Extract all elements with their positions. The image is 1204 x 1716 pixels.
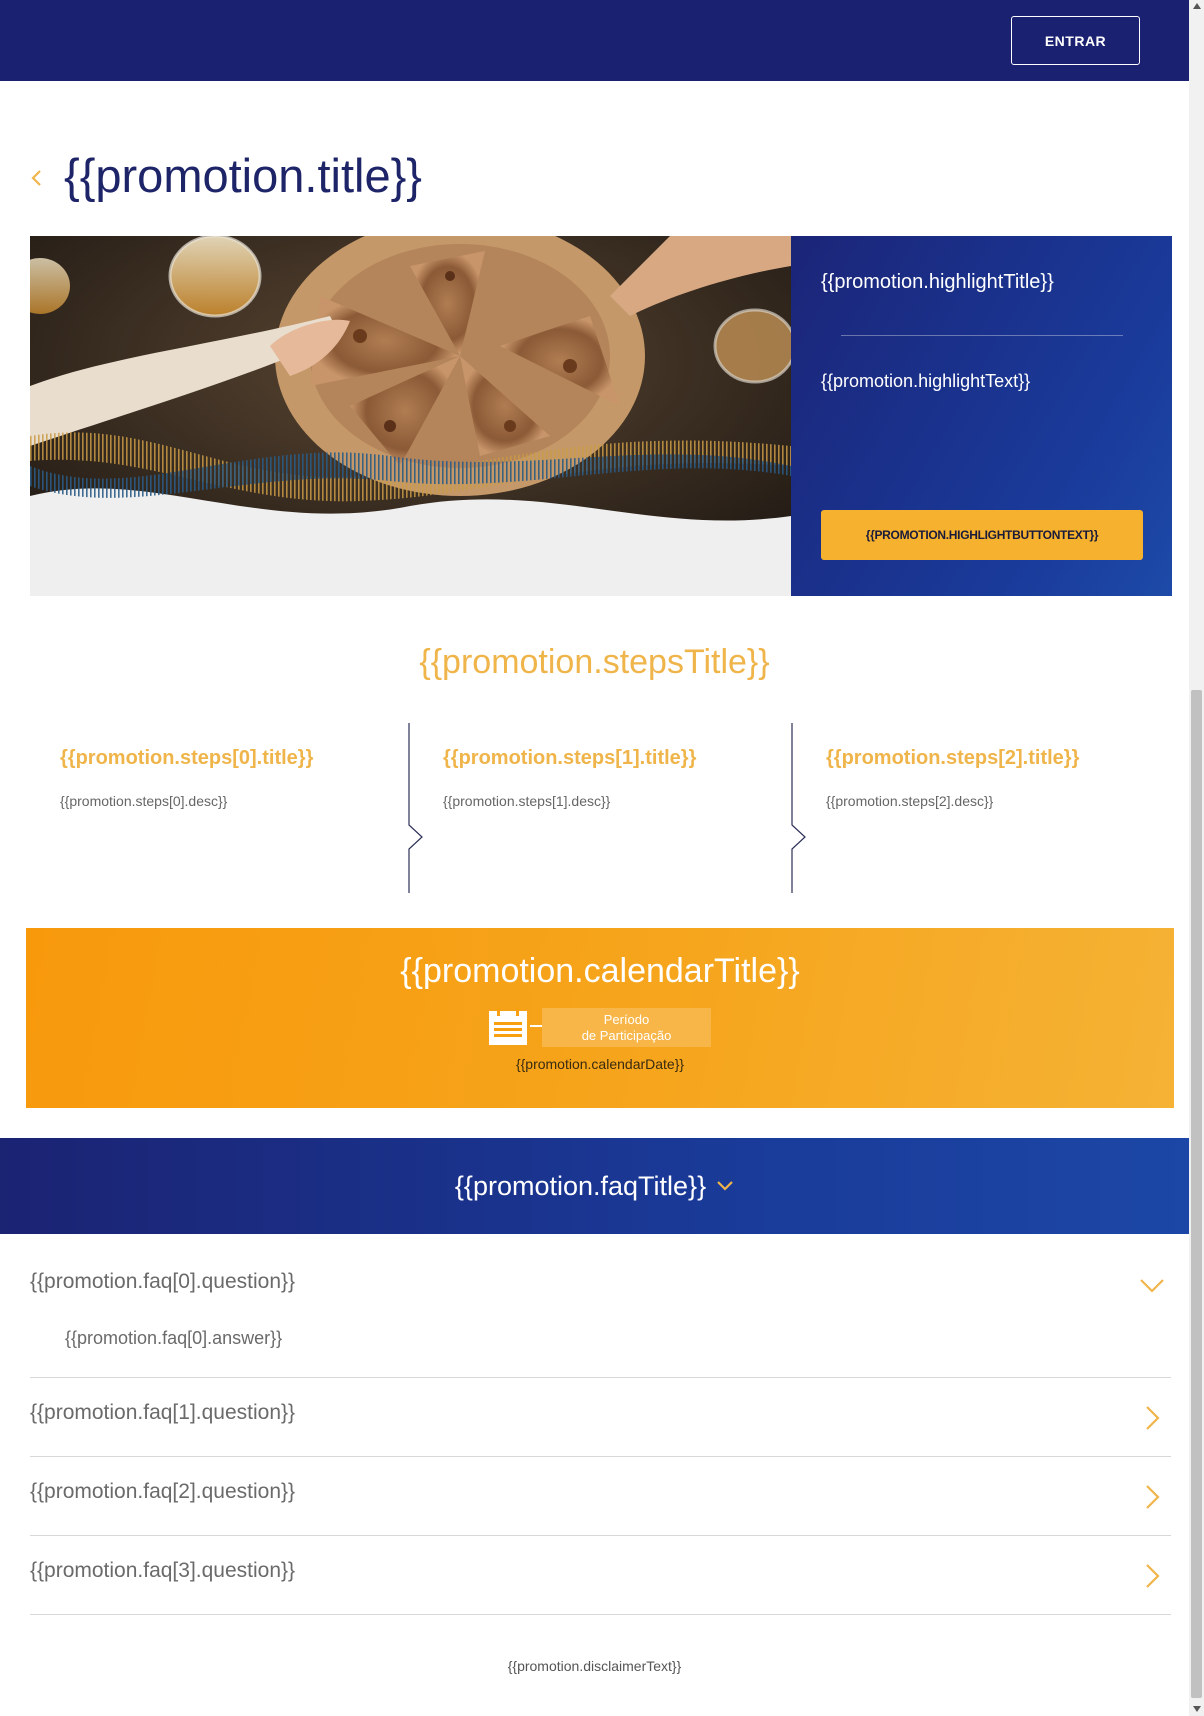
faq-title: {{promotion.faqTitle}} <box>454 1170 707 1201</box>
step-description: {{promotion.steps[0].desc}} <box>60 793 228 809</box>
scroll-down-arrow-icon[interactable] <box>1193 1706 1201 1712</box>
faq-item[interactable]: {{promotion.faq[1].question}} <box>30 1378 1171 1457</box>
faq-question[interactable]: {{promotion.faq[3].question}} <box>30 1559 295 1583</box>
step-title: {{promotion.steps[0].title}} <box>60 747 314 769</box>
highlight-title: {{promotion.highlightTitle}} <box>821 271 1054 293</box>
highlight-button[interactable]: {{PROMOTION.HIGHLIGHTBUTTONTEXT}} <box>821 510 1143 560</box>
faq-item[interactable]: {{promotion.faq[0].question}} {{promotio… <box>30 1234 1171 1378</box>
faq-question[interactable]: {{promotion.faq[1].question}} <box>30 1401 295 1425</box>
highlight-text: {{promotion.highlightText}} <box>821 371 1031 391</box>
faq-title-row[interactable]: {{promotion.faqTitle}} <box>0 1138 1189 1234</box>
calendar-title: {{promotion.calendarTitle}} <box>400 952 800 990</box>
step-item: {{promotion.steps[2].title}} {{promotion… <box>796 723 1176 893</box>
calendar-section: {{promotion.calendarTitle}} Período de P… <box>26 928 1174 1108</box>
step-description: {{promotion.steps[1].desc}} <box>443 793 611 809</box>
participation-period-badge: Período de Participação <box>542 1008 711 1047</box>
faq-question[interactable]: {{promotion.faq[0].question}} <box>30 1270 295 1294</box>
disclaimer-text: {{promotion.disclaimerText}} <box>507 1658 682 1674</box>
scrollbar-thumb[interactable] <box>1191 690 1202 1698</box>
chevron-right-icon[interactable] <box>1139 1484 1165 1510</box>
faq-item[interactable]: {{promotion.faq[3].question}} <box>30 1536 1171 1615</box>
badge-line-2: de Participação <box>581 1027 672 1043</box>
chevron-down-icon[interactable] <box>1139 1272 1165 1298</box>
top-navbar: ENTRAR <box>0 0 1189 81</box>
chevron-left-icon <box>31 170 41 186</box>
back-button[interactable] <box>28 166 46 190</box>
chevron-down-icon <box>717 1181 733 1191</box>
calendar-icon <box>489 1007 527 1045</box>
step-title: {{promotion.steps[2].title}} <box>826 747 1080 769</box>
faq-answer: {{promotion.faq[0].answer}} <box>65 1328 283 1348</box>
promotion-page: ENTRAR {{promotion.title}} {{promotion.h… <box>0 0 1189 1716</box>
highlight-divider <box>841 335 1123 336</box>
hero-image <box>30 236 791 596</box>
faq-question[interactable]: {{promotion.faq[2].question}} <box>30 1480 295 1504</box>
chevron-right-icon[interactable] <box>1139 1405 1165 1431</box>
steps-section: {{promotion.steps[0].title}} {{promotion… <box>30 723 1172 893</box>
step-title: {{promotion.steps[1].title}} <box>443 747 697 769</box>
step-item: {{promotion.steps[0].title}} {{promotion… <box>30 723 410 893</box>
steps-title: {{promotion.stepsTitle}} <box>419 643 770 681</box>
step-description: {{promotion.steps[2].desc}} <box>826 793 994 809</box>
chevron-right-icon[interactable] <box>1139 1563 1165 1589</box>
calendar-date: {{promotion.calendarDate}} <box>515 1056 685 1072</box>
vertical-scrollbar[interactable] <box>1189 0 1204 1716</box>
hero-section: {{promotion.highlightTitle}} {{promotion… <box>30 236 1172 596</box>
highlight-panel: {{promotion.highlightTitle}} {{promotion… <box>791 236 1172 596</box>
faq-item[interactable]: {{promotion.faq[2].question}} <box>30 1457 1171 1536</box>
badge-line-1: Período <box>603 1011 650 1027</box>
step-item: {{promotion.steps[1].title}} {{promotion… <box>413 723 793 893</box>
scroll-up-arrow-icon[interactable] <box>1193 3 1201 9</box>
login-button[interactable]: ENTRAR <box>1011 16 1140 65</box>
page-title: {{promotion.title}} <box>64 149 422 202</box>
faq-header[interactable]: {{promotion.faqTitle}} <box>0 1138 1189 1234</box>
